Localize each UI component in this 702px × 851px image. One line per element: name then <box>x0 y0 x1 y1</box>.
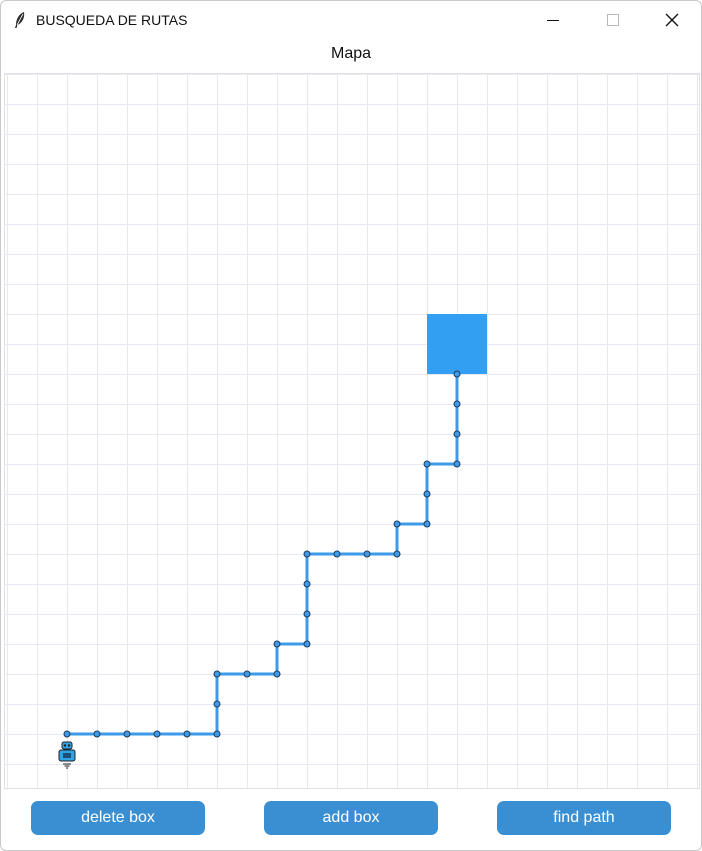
maximize-icon <box>607 14 619 26</box>
close-icon <box>665 13 679 27</box>
path-node <box>393 520 401 528</box>
close-button[interactable] <box>643 1 701 39</box>
minimize-button[interactable] <box>524 1 582 39</box>
path-node <box>453 400 461 408</box>
delete-box-button[interactable]: delete box <box>31 801 205 835</box>
path-node <box>123 730 131 738</box>
path-node <box>213 670 221 678</box>
path-node <box>243 670 251 678</box>
path-node <box>153 730 161 738</box>
app-window: BUSQUEDA DE RUTAS Mapa delete box add bo… <box>0 0 702 851</box>
path-node <box>63 730 71 738</box>
maximize-button[interactable] <box>584 1 642 39</box>
path-node <box>423 520 431 528</box>
path-node <box>303 580 311 588</box>
path-node <box>273 640 281 648</box>
add-box-button[interactable]: add box <box>264 801 438 835</box>
path-node <box>93 730 101 738</box>
map-label: Mapa <box>330 45 372 62</box>
path-node <box>393 550 401 558</box>
path-node <box>213 700 221 708</box>
path-node <box>303 550 311 558</box>
map-grid[interactable] <box>5 74 699 788</box>
path-node <box>363 550 371 558</box>
path-node <box>453 460 461 468</box>
window-title: BUSQUEDA DE RUTAS <box>36 12 188 28</box>
obstacle-box[interactable] <box>427 314 487 374</box>
path-node <box>453 370 461 378</box>
path-node <box>213 730 221 738</box>
find-path-button[interactable]: find path <box>497 801 671 835</box>
path-node <box>423 490 431 498</box>
path-node <box>423 460 431 468</box>
title-bar[interactable]: BUSQUEDA DE RUTAS <box>1 1 701 39</box>
minimize-icon <box>547 20 559 21</box>
path-node <box>333 550 341 558</box>
feather-icon <box>15 12 25 28</box>
path-node <box>273 670 281 678</box>
path-node <box>303 640 311 648</box>
map-canvas[interactable] <box>4 73 700 789</box>
path-node <box>183 730 191 738</box>
path-node <box>453 430 461 438</box>
path-node <box>303 610 311 618</box>
